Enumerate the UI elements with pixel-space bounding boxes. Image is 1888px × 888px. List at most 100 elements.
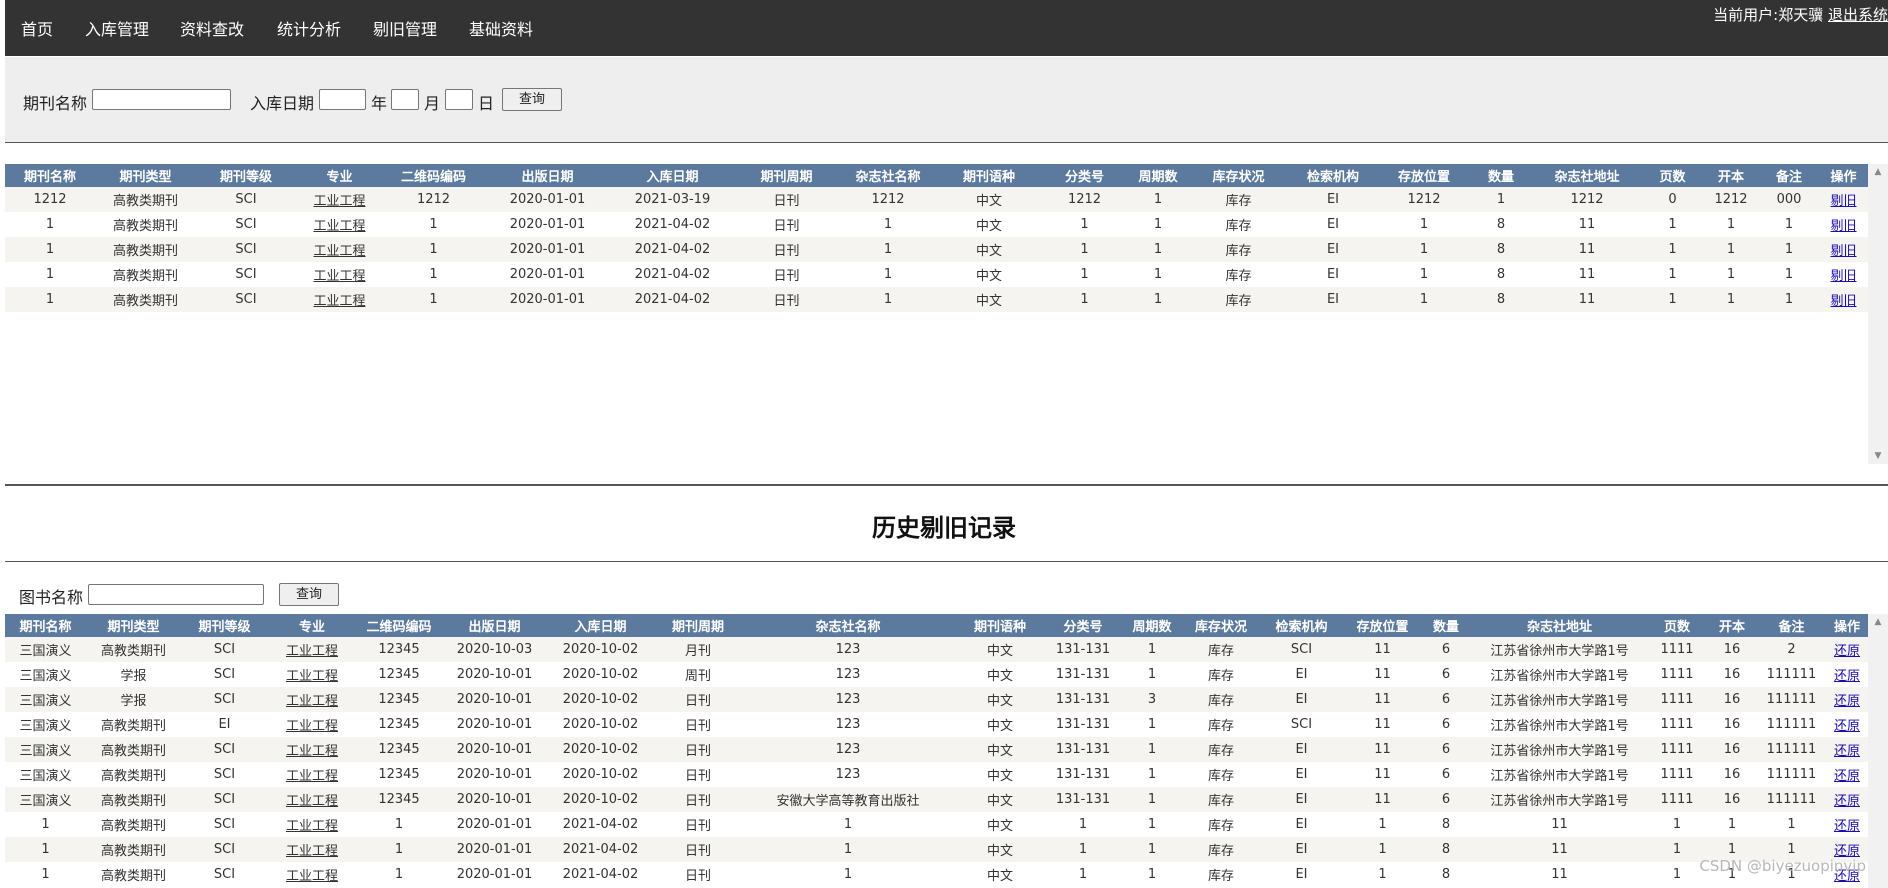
table-cell: 1111	[1647, 637, 1707, 662]
column-header: 入库日期	[547, 614, 654, 637]
major-link[interactable]: 工业工程	[286, 769, 338, 784]
table-cell: 中文	[937, 287, 1041, 312]
table-cell: 高教类期刊	[95, 262, 196, 287]
major-link[interactable]: 工业工程	[313, 194, 365, 209]
restore-link[interactable]: 还原	[1834, 669, 1860, 684]
weed-out-link[interactable]: 剔旧	[1830, 269, 1856, 284]
table-cell: 000	[1760, 187, 1818, 212]
major-link[interactable]: 工业工程	[286, 869, 338, 884]
table-cell: 2020-10-02	[547, 762, 654, 787]
table-cell: 11	[1472, 837, 1647, 862]
top-navbar: 首页 入库管理 资料查改 统计分析 剔旧管理 基础资料 当前用户:郑天骥 退出系…	[5, 0, 1888, 56]
table-cell: 1	[742, 862, 954, 887]
history-scrollbar[interactable]: ▲	[1868, 614, 1888, 888]
nav-home[interactable]: 首页	[21, 16, 53, 40]
table-cell: 1212	[839, 187, 937, 212]
inventory-scrollbar[interactable]: ▲ ▼	[1868, 164, 1888, 464]
weed-out-link[interactable]: 剔旧	[1830, 244, 1856, 259]
restore-link[interactable]: 还原	[1834, 644, 1860, 659]
restore-link[interactable]: 还原	[1834, 769, 1860, 784]
table-cell: 江苏省徐州市大学路1号	[1472, 662, 1647, 687]
table-cell: 131-131	[1046, 737, 1120, 762]
book-name-input[interactable]	[88, 584, 264, 605]
restore-link[interactable]: 还原	[1834, 794, 1860, 809]
table-cell: SCI	[1258, 712, 1345, 737]
weed-out-link[interactable]: 剔旧	[1830, 294, 1856, 309]
table-cell: 111111	[1757, 687, 1826, 712]
table-cell: 高教类期刊	[86, 637, 181, 662]
nav-weeding[interactable]: 剔旧管理	[373, 16, 437, 40]
table-cell: 131-131	[1046, 637, 1120, 662]
history-row: 三国演义 学报 SCI 工业工程 12345 2020-10-01 2020-10-02 周刊…	[5, 662, 1868, 687]
logout-link[interactable]: 退出系统	[1828, 6, 1888, 24]
nav-data-edit[interactable]: 资料查改	[180, 16, 244, 40]
nav-stock-in[interactable]: 入库管理	[85, 16, 149, 40]
table-cell: 1	[1046, 837, 1120, 862]
table-cell: 日刊	[654, 837, 742, 862]
year-input[interactable]	[319, 89, 366, 110]
column-header: 分类号	[1046, 614, 1120, 637]
month-input[interactable]	[391, 89, 419, 110]
history-header-row: 期刊名称 期刊类型 期刊等级 专业 二维码编码 出版日期 入库日期 期刊周期 杂志社名称 期刊语种…	[5, 614, 1868, 637]
column-header: 开本	[1702, 164, 1760, 187]
major-link[interactable]: 工业工程	[313, 294, 365, 309]
history-query-button[interactable]: 查询	[279, 583, 339, 606]
inventory-row: 1 高教类期刊 SCI 工业工程 1 2020-01-01 2021-04-02 日刊 1 中文 1…	[5, 287, 1868, 312]
table-cell: 1	[356, 837, 442, 862]
restore-link[interactable]: 还原	[1834, 744, 1860, 759]
table-cell: 123	[742, 687, 954, 712]
column-header: 数量	[1420, 614, 1472, 637]
query-button[interactable]: 查询	[502, 88, 562, 111]
table-cell: 8	[1471, 237, 1531, 262]
table-cell: 3	[1120, 687, 1184, 712]
table-cell: 1	[1760, 262, 1818, 287]
table-cell: 三国演义	[5, 787, 86, 812]
table-cell: 库存	[1184, 837, 1258, 862]
current-user-text: 当前用户:郑天骥	[1713, 6, 1824, 24]
column-header: 库存状况	[1184, 614, 1258, 637]
major-link[interactable]: 工业工程	[286, 669, 338, 684]
nav-statistics[interactable]: 统计分析	[277, 16, 341, 40]
journal-name-input[interactable]	[92, 89, 231, 110]
major-link[interactable]: 工业工程	[286, 694, 338, 709]
table-cell: 剔旧	[1818, 212, 1868, 237]
major-link[interactable]: 工业工程	[286, 719, 338, 734]
table-cell: 工业工程	[296, 187, 383, 212]
nav-basic-data[interactable]: 基础资料	[469, 16, 533, 40]
table-cell: 还原	[1826, 737, 1868, 762]
major-link[interactable]: 工业工程	[286, 744, 338, 759]
major-link[interactable]: 工业工程	[313, 244, 365, 259]
table-cell: SCI	[181, 662, 268, 687]
scroll-down-icon[interactable]: ▼	[1868, 451, 1888, 461]
table-cell: 高教类期刊	[86, 737, 181, 762]
history-row: 三国演义 学报 SCI 工业工程 12345 2020-10-01 2020-10-02 日刊…	[5, 687, 1868, 712]
restore-link[interactable]: 还原	[1834, 819, 1860, 834]
major-link[interactable]: 工业工程	[313, 269, 365, 284]
table-cell: 三国演义	[5, 712, 86, 737]
scroll-up-icon[interactable]: ▲	[1868, 167, 1888, 177]
table-cell: 高教类期刊	[95, 287, 196, 312]
table-cell: 2020-10-01	[442, 762, 547, 787]
table-cell: 1212	[5, 187, 95, 212]
major-link[interactable]: 工业工程	[286, 794, 338, 809]
table-cell: 三国演义	[5, 687, 86, 712]
column-header: 期刊名称	[5, 164, 95, 187]
restore-link[interactable]: 还原	[1834, 694, 1860, 709]
restore-link[interactable]: 还原	[1834, 719, 1860, 734]
table-cell: 6	[1420, 687, 1472, 712]
table-cell: 11	[1345, 787, 1420, 812]
major-link[interactable]: 工业工程	[286, 819, 338, 834]
table-cell: 131-131	[1046, 687, 1120, 712]
table-cell: 库存	[1188, 287, 1289, 312]
day-input[interactable]	[445, 89, 473, 110]
scroll-up-icon[interactable]: ▲	[1868, 617, 1888, 627]
major-link[interactable]: 工业工程	[286, 644, 338, 659]
table-cell: 还原	[1826, 637, 1868, 662]
weed-out-link[interactable]: 剔旧	[1830, 219, 1856, 234]
major-link[interactable]: 工业工程	[313, 219, 365, 234]
weed-out-link[interactable]: 剔旧	[1830, 194, 1856, 209]
major-link[interactable]: 工业工程	[286, 844, 338, 859]
table-cell: EI	[1258, 687, 1345, 712]
table-cell: 11	[1345, 762, 1420, 787]
table-cell: 11	[1531, 262, 1643, 287]
